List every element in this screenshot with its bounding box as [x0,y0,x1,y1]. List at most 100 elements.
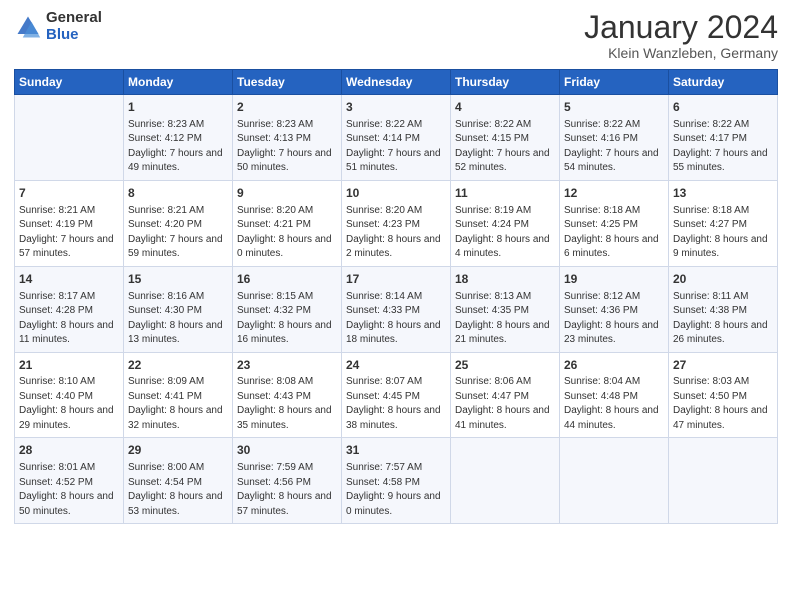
daylight-text: Daylight: 8 hours and 23 minutes. [564,319,664,348]
sunrise-text: Sunrise: 8:19 AM [455,204,555,219]
cell-2-0: 14Sunrise: 8:17 AMSunset: 4:28 PMDayligh… [15,266,124,352]
sunrise-text: Sunrise: 8:01 AM [19,461,119,476]
cell-3-6: 27Sunrise: 8:03 AMSunset: 4:50 PMDayligh… [669,352,778,438]
sunrise-text: Sunrise: 8:00 AM [128,461,228,476]
cell-4-5 [560,438,669,524]
sunrise-text: Sunrise: 8:22 AM [673,118,773,133]
sunrise-text: Sunrise: 8:11 AM [673,290,773,305]
col-monday: Monday [124,70,233,95]
sunrise-text: Sunrise: 7:59 AM [237,461,337,476]
sunset-text: Sunset: 4:58 PM [346,476,446,491]
header-row: Sunday Monday Tuesday Wednesday Thursday… [15,70,778,95]
cell-3-2: 23Sunrise: 8:08 AMSunset: 4:43 PMDayligh… [233,352,342,438]
sunrise-text: Sunrise: 8:20 AM [237,204,337,219]
sunrise-text: Sunrise: 8:21 AM [19,204,119,219]
cell-0-1: 1Sunrise: 8:23 AMSunset: 4:12 PMDaylight… [124,95,233,181]
sunset-text: Sunset: 4:21 PM [237,218,337,233]
sunrise-text: Sunrise: 8:12 AM [564,290,664,305]
date-number: 27 [673,357,773,374]
sunset-text: Sunset: 4:13 PM [237,132,337,147]
sunrise-text: Sunrise: 8:18 AM [564,204,664,219]
date-number: 23 [237,357,337,374]
cell-4-1: 29Sunrise: 8:00 AMSunset: 4:54 PMDayligh… [124,438,233,524]
cell-1-4: 11Sunrise: 8:19 AMSunset: 4:24 PMDayligh… [451,180,560,266]
sunset-text: Sunset: 4:19 PM [19,218,119,233]
cell-1-0: 7Sunrise: 8:21 AMSunset: 4:19 PMDaylight… [15,180,124,266]
page-container: General Blue January 2024 Klein Wanzlebe… [0,0,792,612]
cell-2-1: 15Sunrise: 8:16 AMSunset: 4:30 PMDayligh… [124,266,233,352]
cell-3-3: 24Sunrise: 8:07 AMSunset: 4:45 PMDayligh… [342,352,451,438]
cell-0-0 [15,95,124,181]
cell-3-4: 25Sunrise: 8:06 AMSunset: 4:47 PMDayligh… [451,352,560,438]
cell-4-3: 31Sunrise: 7:57 AMSunset: 4:58 PMDayligh… [342,438,451,524]
date-number: 5 [564,99,664,116]
daylight-text: Daylight: 7 hours and 51 minutes. [346,147,446,176]
week-row-2: 7 Sunrise: 8:21 AMSunset: 4:19 PM Daylight… [15,180,778,266]
logo: General Blue [14,10,102,43]
date-number: 9 [237,185,337,202]
cell-4-0: 28Sunrise: 8:01 AMSunset: 4:52 PMDayligh… [15,438,124,524]
col-saturday: Saturday [669,70,778,95]
cell-2-4: 18Sunrise: 8:13 AMSunset: 4:35 PMDayligh… [451,266,560,352]
daylight-text: Daylight: 8 hours and 16 minutes. [237,319,337,348]
date-number: 18 [455,271,555,288]
header: General Blue January 2024 Klein Wanzlebe… [14,10,778,61]
sunrise-text: Sunrise: 8:09 AM [128,375,228,390]
daylight-text: Daylight: 8 hours and 50 minutes. [19,490,119,519]
date-number: 3 [346,99,446,116]
sunrise-text: Sunrise: 8:18 AM [673,204,773,219]
sunset-text: Sunset: 4:32 PM [237,304,337,319]
daylight-text: Daylight: 7 hours and 50 minutes. [237,147,337,176]
sunrise-text: Sunrise: 8:14 AM [346,290,446,305]
daylight-text: Daylight: 8 hours and 57 minutes. [237,490,337,519]
date-number: 21 [19,357,119,374]
date-number: 25 [455,357,555,374]
date-number: 10 [346,185,446,202]
sunrise-text: Sunrise: 8:06 AM [455,375,555,390]
daylight-text: Daylight: 8 hours and 29 minutes. [19,404,119,433]
sunrise-text: Sunrise: 8:17 AM [19,290,119,305]
sunrise-text: Sunrise: 7:57 AM [346,461,446,476]
date-number: 24 [346,357,446,374]
date-number: 4 [455,99,555,116]
daylight-text: Daylight: 8 hours and 47 minutes. [673,404,773,433]
date-number: 29 [128,442,228,459]
date-number: 20 [673,271,773,288]
sunrise-text: Sunrise: 8:13 AM [455,290,555,305]
sunset-text: Sunset: 4:52 PM [19,476,119,491]
date-number: 6 [673,99,773,116]
week-row-3: 14Sunrise: 8:17 AMSunset: 4:28 PMDayligh… [15,266,778,352]
daylight-text: Daylight: 8 hours and 53 minutes. [128,490,228,519]
sunrise-text: Sunrise: 8:22 AM [455,118,555,133]
sunset-text: Sunset: 4:45 PM [346,390,446,405]
date-number: 8 [128,185,228,202]
month-title: January 2024 [584,10,778,45]
daylight-text: Daylight: 8 hours and 11 minutes. [19,319,119,348]
col-thursday: Thursday [451,70,560,95]
cell-1-5: 12Sunrise: 8:18 AMSunset: 4:25 PMDayligh… [560,180,669,266]
date-number: 11 [455,185,555,202]
date-number: 13 [673,185,773,202]
cell-0-3: 3Sunrise: 8:22 AMSunset: 4:14 PMDaylight… [342,95,451,181]
sunset-text: Sunset: 4:33 PM [346,304,446,319]
sunrise-text: Sunrise: 8:10 AM [19,375,119,390]
sunrise-text: Sunrise: 8:04 AM [564,375,664,390]
logo-general: General [46,10,102,27]
sunset-text: Sunset: 4:35 PM [455,304,555,319]
date-number: 7 [19,185,119,202]
sunset-text: Sunset: 4:30 PM [128,304,228,319]
date-number: 30 [237,442,337,459]
cell-3-5: 26Sunrise: 8:04 AMSunset: 4:48 PMDayligh… [560,352,669,438]
sunset-text: Sunset: 4:47 PM [455,390,555,405]
daylight-text: Daylight: 8 hours and 35 minutes. [237,404,337,433]
logo-text: General Blue [46,10,102,43]
sunset-text: Sunset: 4:16 PM [564,132,664,147]
cell-2-3: 17Sunrise: 8:14 AMSunset: 4:33 PMDayligh… [342,266,451,352]
daylight-text: Daylight: 7 hours and 59 minutes. [128,233,228,262]
sunset-text: Sunset: 4:15 PM [455,132,555,147]
date-number: 12 [564,185,664,202]
sunrise-text: Sunrise: 8:20 AM [346,204,446,219]
sunset-text: Sunset: 4:50 PM [673,390,773,405]
sunrise-text: Sunrise: 8:08 AM [237,375,337,390]
cell-1-3: 10Sunrise: 8:20 AMSunset: 4:23 PMDayligh… [342,180,451,266]
